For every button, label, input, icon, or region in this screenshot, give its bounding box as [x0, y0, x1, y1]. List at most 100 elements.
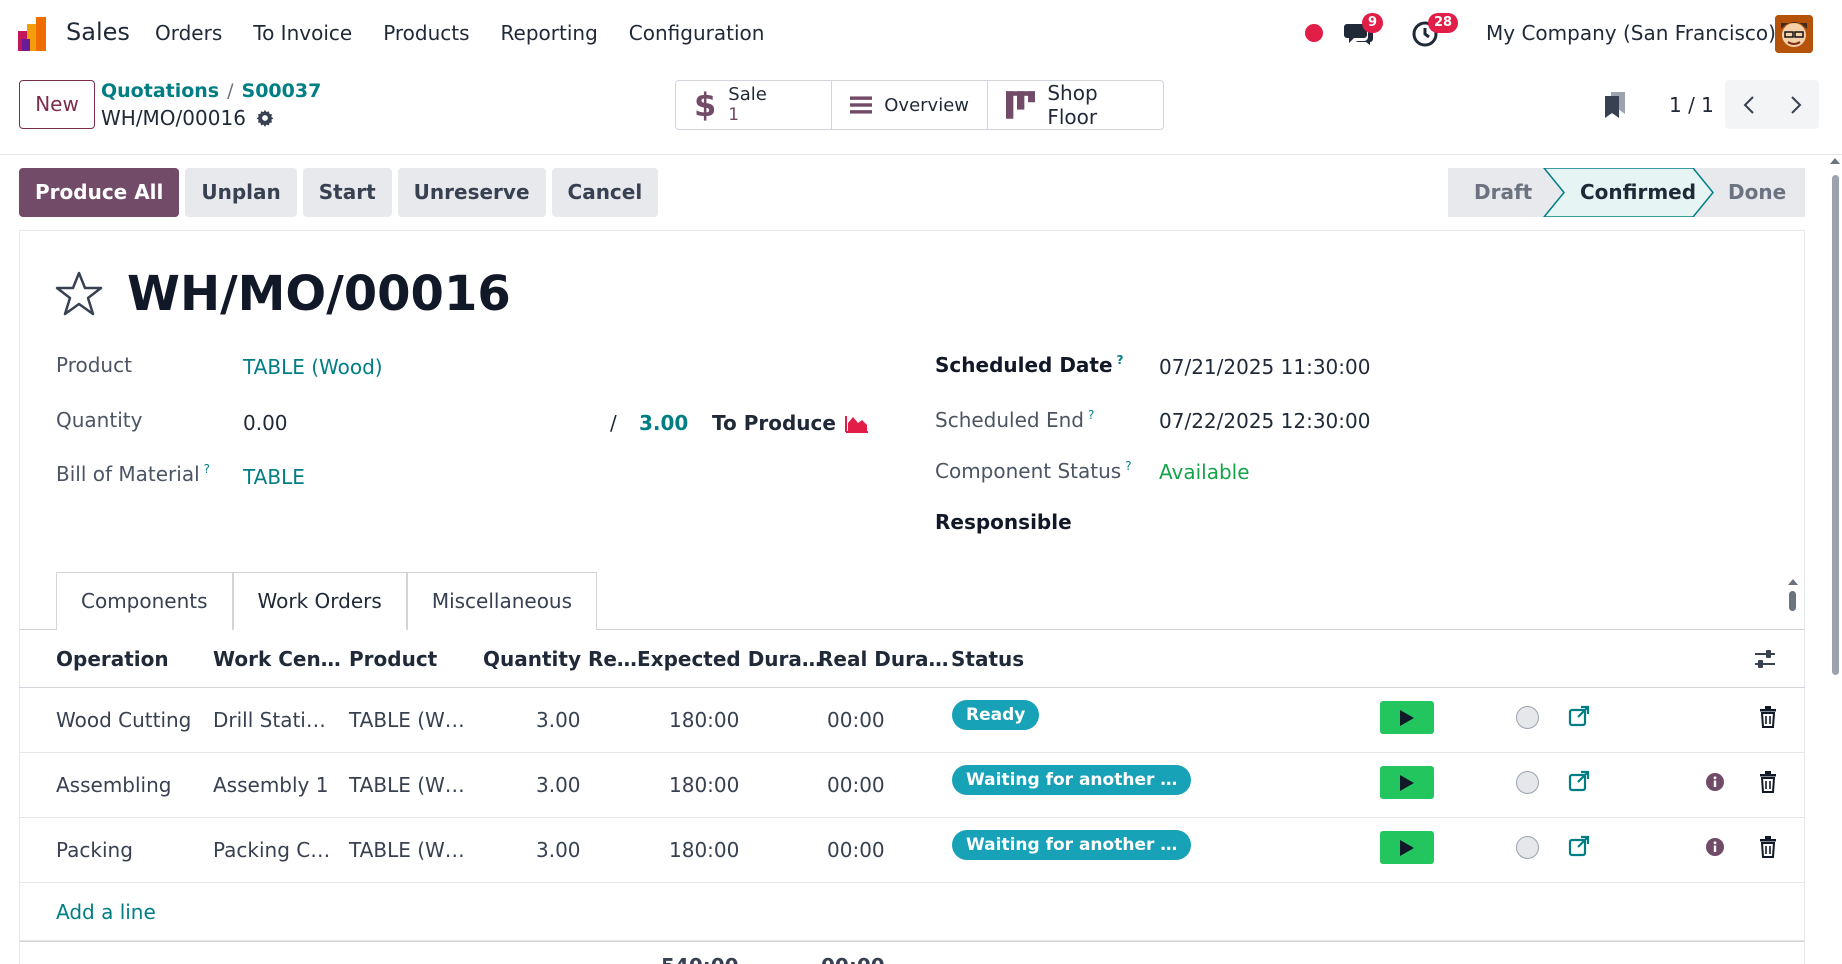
unplan-button[interactable]: Unplan — [185, 168, 297, 217]
table-row[interactable]: Packing Packing C… TABLE (W… 3.00 180:00… — [19, 818, 1805, 883]
row-quantity: 3.00 — [536, 838, 581, 862]
tab-scrollbar-thumb[interactable] — [1789, 591, 1796, 611]
breadcrumb-quotations[interactable]: Quotations — [101, 80, 219, 102]
start-work-order-button[interactable] — [1380, 701, 1434, 734]
trash-icon[interactable] — [1759, 706, 1777, 728]
pager-next-button[interactable] — [1772, 80, 1819, 129]
unreserve-button[interactable]: Unreserve — [397, 168, 546, 217]
chevron-left-icon — [1743, 95, 1754, 114]
menu-configuration[interactable]: Configuration — [629, 21, 765, 45]
col-quantity[interactable]: Quantity Re… — [483, 647, 637, 671]
scheduled-date-label-text: Scheduled Date — [935, 353, 1113, 377]
stage-done[interactable]: Done — [1702, 168, 1802, 217]
component-status-help-icon[interactable]: ? — [1125, 459, 1131, 473]
start-work-order-button[interactable] — [1380, 766, 1434, 799]
scheduled-end-help-icon[interactable]: ? — [1088, 408, 1094, 422]
scheduled-date-help-icon[interactable]: ? — [1117, 353, 1124, 367]
row-work-center: Packing C… — [213, 838, 331, 862]
pager-value[interactable]: 1 / 1 — [1669, 93, 1714, 117]
app-name[interactable]: Sales — [66, 18, 130, 46]
col-operation[interactable]: Operation — [56, 647, 169, 671]
work-orders-table: Operation Work Cen… Product Quantity Re…… — [19, 630, 1805, 964]
menu-reporting[interactable]: Reporting — [501, 21, 598, 45]
row-work-center: Drill Stati… — [213, 708, 326, 732]
trash-icon[interactable] — [1759, 771, 1777, 793]
user-avatar[interactable] — [1775, 15, 1813, 53]
info-icon[interactable] — [1705, 772, 1725, 792]
page-scrollbar[interactable] — [1828, 155, 1842, 964]
stage-confirmed[interactable]: Confirmed — [1544, 168, 1702, 217]
status-badge: Waiting for another … — [952, 765, 1192, 795]
col-status[interactable]: Status — [951, 647, 1024, 671]
row-quantity: 3.00 — [536, 773, 581, 797]
product-value[interactable]: TABLE (Wood) — [243, 355, 383, 379]
menu-to-invoice[interactable]: To Invoice — [253, 21, 352, 45]
new-button[interactable]: New — [19, 80, 95, 129]
status-badge: Waiting for another … — [952, 830, 1192, 860]
total-expected-duration: 540:00 — [661, 954, 739, 964]
quantity-target[interactable]: 3.00 — [639, 411, 688, 435]
open-external-icon[interactable] — [1568, 835, 1590, 857]
sale-smart-button[interactable]: $ Sale 1 — [676, 81, 832, 129]
open-external-icon[interactable] — [1568, 770, 1590, 792]
record-name-text: WH/MO/00016 — [101, 106, 246, 130]
company-switcher[interactable]: My Company (San Francisco) — [1486, 21, 1776, 45]
shop-floor-smart-button[interactable]: Shop Floor — [988, 81, 1163, 129]
col-expected-duration[interactable]: Expected Dura… — [637, 647, 822, 671]
bookmark-icon[interactable] — [1605, 92, 1627, 118]
quantity-input[interactable]: 0.00 — [243, 411, 288, 435]
play-icon — [1400, 839, 1414, 856]
sale-smart-label: Sale — [728, 84, 767, 105]
scheduled-end-value[interactable]: 07/22/2025 12:30:00 — [1159, 409, 1370, 433]
add-line-link[interactable]: Add a line — [56, 900, 156, 924]
total-real-duration: 00:00 — [821, 954, 885, 964]
tab-components[interactable]: Components — [56, 572, 233, 630]
bom-help-icon[interactable]: ? — [204, 462, 210, 476]
optional-columns-icon[interactable] — [1753, 648, 1777, 670]
page-scrollbar-thumb[interactable] — [1832, 175, 1839, 675]
presence-status-dot[interactable] — [1305, 24, 1323, 42]
tab-work-orders[interactable]: Work Orders — [232, 572, 407, 630]
tab-scrollbar[interactable] — [1786, 577, 1800, 627]
stage-draft[interactable]: Draft — [1448, 168, 1544, 217]
top-navbar: Sales Orders To Invoice Products Reporti… — [0, 0, 1842, 67]
scheduled-date-label: Scheduled Date? — [935, 353, 1124, 377]
state-statusbar: Draft Confirmed Done — [1448, 168, 1802, 217]
quantity-label: Quantity — [56, 408, 143, 432]
row-product: TABLE (W… — [349, 838, 465, 862]
trash-icon[interactable] — [1759, 836, 1777, 858]
open-external-icon[interactable] — [1568, 705, 1590, 727]
done-radio[interactable] — [1516, 836, 1539, 859]
done-radio[interactable] — [1516, 706, 1539, 729]
chevron-right-icon — [1790, 95, 1801, 114]
forecast-chart-icon[interactable] — [845, 413, 869, 433]
menu-products[interactable]: Products — [383, 21, 469, 45]
pager-previous-button[interactable] — [1725, 80, 1772, 129]
table-row[interactable]: Wood Cutting Drill Stati… TABLE (W… 3.00… — [19, 688, 1805, 753]
bom-value[interactable]: TABLE — [243, 465, 305, 489]
start-button[interactable]: Start — [302, 168, 392, 217]
play-icon — [1400, 709, 1414, 726]
col-product[interactable]: Product — [349, 647, 437, 671]
gear-icon[interactable] — [256, 109, 274, 127]
produce-all-button[interactable]: Produce All — [19, 168, 180, 217]
scheduled-date-value[interactable]: 07/21/2025 11:30:00 — [1159, 355, 1370, 379]
row-expected-duration: 180:00 — [669, 708, 740, 732]
menu-orders[interactable]: Orders — [155, 21, 222, 45]
start-work-order-button[interactable] — [1380, 831, 1434, 864]
component-status-label: Component Status? — [935, 459, 1132, 483]
messages-badge: 9 — [1362, 13, 1384, 33]
done-radio[interactable] — [1516, 771, 1539, 794]
breadcrumb-separator: / — [227, 80, 234, 102]
star-icon[interactable] — [55, 271, 103, 317]
breadcrumb-order[interactable]: S00037 — [242, 80, 322, 102]
cancel-button[interactable]: Cancel — [551, 168, 659, 217]
col-real-duration[interactable]: Real Dura… — [818, 647, 948, 671]
info-icon[interactable] — [1705, 837, 1725, 857]
col-work-center[interactable]: Work Cen… — [213, 647, 341, 671]
sale-smart-count: 1 — [728, 105, 740, 125]
tab-miscellaneous[interactable]: Miscellaneous — [406, 572, 598, 630]
sales-app-logo[interactable] — [18, 17, 52, 51]
table-row[interactable]: Assembling Assembly 1 TABLE (W… 3.00 180… — [19, 753, 1805, 818]
overview-smart-button[interactable]: Overview — [832, 81, 988, 129]
